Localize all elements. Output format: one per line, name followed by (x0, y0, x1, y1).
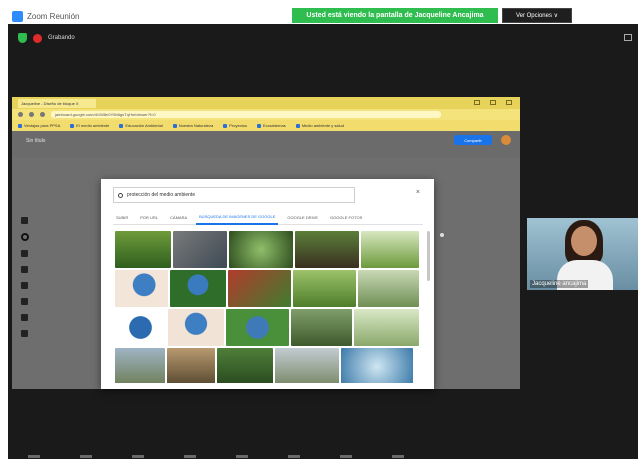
laser-tool-icon[interactable] (21, 330, 28, 337)
recording-icon (33, 33, 42, 43)
image-source-tabs: SUBIR POR URL CÁMARA BÚSQUEDA DE IMÁGENE… (113, 211, 423, 225)
sticky-note-icon[interactable] (21, 266, 28, 273)
image-tool-icon[interactable] (21, 282, 28, 289)
bookmark-item[interactable]: Ecosistemas (257, 123, 286, 128)
image-search-input[interactable]: protección del medio ambiente (113, 187, 355, 203)
participant-video-tile[interactable]: Jacqueline ancajima (527, 218, 638, 290)
result-image[interactable] (217, 348, 273, 383)
tab-google-photos[interactable]: GOOGLE FOTOS (327, 211, 365, 225)
bookmark-item[interactable]: Nuestra Naturaleza (173, 123, 213, 128)
result-image[interactable] (167, 348, 215, 383)
result-image[interactable] (173, 231, 227, 268)
record-control[interactable] (288, 454, 300, 458)
image-results-row (115, 309, 419, 346)
participant-face (571, 226, 597, 256)
maximize-icon[interactable] (490, 100, 496, 105)
bookmark-item[interactable]: Medio ambiente y salud (296, 123, 344, 128)
result-image[interactable] (290, 309, 352, 346)
share-control[interactable] (236, 454, 248, 458)
select-tool-icon[interactable] (21, 250, 28, 257)
view-options-button[interactable]: Ver Opciones ∨ (502, 8, 572, 23)
image-results-row (115, 348, 419, 383)
result-image[interactable] (115, 270, 169, 307)
window-controls (474, 100, 512, 105)
zoom-logo-icon (12, 10, 23, 22)
pen-tool-icon[interactable] (21, 217, 28, 224)
participant-name: Jacqueline ancajima (530, 280, 589, 288)
recording-label: Grabando (48, 35, 75, 41)
video-control[interactable] (80, 454, 92, 458)
result-image[interactable] (361, 231, 419, 268)
result-image[interactable] (227, 270, 291, 307)
tab-google-drive[interactable]: GOOGLE DRIVE (284, 211, 321, 225)
bookmark-item[interactable]: Ventajas para PPSA (18, 123, 60, 128)
text-tool-icon[interactable] (21, 314, 28, 321)
image-results-row (115, 231, 419, 268)
result-image[interactable] (295, 231, 359, 268)
image-results-row (115, 270, 419, 307)
bookmark-item[interactable]: El medio ambiente (70, 123, 109, 128)
tab-google-image-search[interactable]: BÚSQUEDA DE IMÁGENES DE GOOGLE (196, 211, 279, 225)
search-icon (118, 192, 123, 198)
bookmark-item[interactable]: Educación Ambiental (119, 123, 162, 128)
avatar[interactable] (501, 135, 511, 145)
bookmarks-bar: Ventajas para PPSA El medio ambiente Edu… (12, 120, 520, 131)
shared-screen: Jacqueline - Diseño de bloque X jamboard… (12, 97, 520, 389)
result-image[interactable] (229, 231, 293, 268)
screen-share-banner: Usted está viendo la pantalla de Jacquel… (292, 8, 498, 23)
result-image[interactable] (168, 309, 224, 346)
image-results-grid (115, 231, 419, 383)
url-input[interactable]: jamboard.google.com/d/1W8n0Y5b6gsTqHm/vi… (51, 111, 441, 118)
results-scrollbar[interactable] (427, 231, 430, 281)
meeting-controls-strip (28, 453, 628, 459)
result-image[interactable] (353, 309, 419, 346)
leave-control[interactable] (392, 454, 404, 458)
forward-icon[interactable] (29, 112, 34, 117)
tab-by-url[interactable]: POR URL (137, 211, 161, 225)
reload-icon[interactable] (40, 112, 45, 117)
shape-tool-icon[interactable] (21, 298, 28, 305)
result-image[interactable] (275, 348, 339, 383)
participants-control[interactable] (132, 454, 144, 458)
mouse-cursor (440, 233, 444, 237)
reactions-control[interactable] (340, 454, 352, 458)
close-icon[interactable]: × (416, 189, 420, 196)
tool-palette (21, 217, 29, 337)
window-title: Zoom Reunión (27, 11, 80, 21)
result-image[interactable] (225, 309, 289, 346)
browser-tab[interactable]: Jacqueline - Diseño de bloque X (18, 98, 96, 108)
browser-address-bar: jamboard.google.com/d/1W8n0Y5b6gsTqHm/vi… (12, 109, 520, 120)
web-page: Sin título Compartir protección del medi… (12, 131, 520, 389)
search-query: protección del medio ambiente (127, 192, 196, 198)
gallery-view-icon[interactable] (624, 34, 632, 41)
chat-control[interactable] (184, 454, 196, 458)
document-title[interactable]: Sin título (26, 138, 45, 144)
result-image[interactable] (357, 270, 419, 307)
result-image[interactable] (292, 270, 356, 307)
security-shield-icon[interactable] (18, 33, 27, 43)
browser-tab-bar: Jacqueline - Diseño de bloque X (12, 97, 520, 109)
site-header: Sin título Compartir (12, 131, 520, 157)
image-search-dialog: protección del medio ambiente × SUBIR PO… (101, 179, 434, 389)
result-image[interactable] (115, 231, 171, 268)
result-image[interactable] (115, 348, 165, 383)
close-icon[interactable] (506, 100, 512, 105)
bookmark-item[interactable]: Proyectos (223, 123, 247, 128)
circle-tool-icon[interactable] (21, 233, 29, 241)
result-image[interactable] (341, 348, 413, 383)
result-image[interactable] (170, 270, 226, 307)
minimize-icon[interactable] (474, 100, 480, 105)
meeting-status-bar: Grabando (18, 32, 75, 44)
share-button[interactable]: Compartir (454, 135, 492, 145)
tab-upload[interactable]: SUBIR (113, 211, 131, 225)
result-image[interactable] (115, 309, 167, 346)
back-icon[interactable] (18, 112, 23, 117)
tab-camera[interactable]: CÁMARA (167, 211, 190, 225)
mute-control[interactable] (28, 454, 40, 458)
